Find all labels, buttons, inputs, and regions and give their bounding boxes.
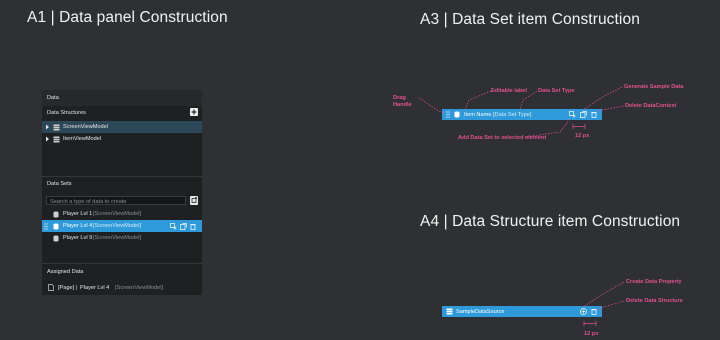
data-sets-label: Data Sets [47, 181, 72, 187]
a3-item-type: [Data Set Type] [493, 111, 532, 118]
dataset-type: [ScreenViewModel] [93, 235, 142, 241]
data-structures-label: Data Structures [47, 110, 86, 116]
generate-sample-icon[interactable] [180, 223, 187, 230]
database-icon [53, 235, 59, 242]
add-to-element-icon[interactable] [170, 223, 177, 230]
a4-structure-item[interactable]: SampleDataSource [442, 306, 602, 317]
plus-icon [191, 109, 197, 115]
structure-icon [53, 124, 60, 130]
panel-header-label: Data [47, 95, 59, 101]
callout-delete-context: Delete DataContext [625, 103, 677, 109]
callout-drag-handle: Drag Handle [393, 95, 412, 108]
assigned-separator: | [76, 285, 78, 291]
dataset-name: Player Lvl 9 [63, 235, 93, 241]
assigned-name[interactable]: Player Lvl 4 [80, 285, 109, 291]
dataset-row-selected[interactable]: Player Lvl 4 [ScreenViewModel] [42, 220, 202, 232]
callout-editable-label: Editable label [491, 88, 528, 94]
add-to-element-icon[interactable] [569, 111, 576, 118]
structure-row[interactable]: ItemViewModel [42, 133, 202, 145]
generate-sample-icon[interactable] [580, 111, 587, 118]
a3-item-name[interactable]: Item Name [464, 112, 491, 118]
delete-icon[interactable] [591, 308, 597, 315]
data-panel: Data Data Structures ScreenViewModel Ite… [42, 90, 202, 295]
callout-add-data-set: Add Data Set to selected element [458, 135, 547, 141]
structure-row[interactable]: ScreenViewModel [42, 121, 202, 133]
delete-icon[interactable] [190, 223, 196, 230]
structure-icon [446, 308, 453, 315]
create-dataset-icon [191, 197, 197, 203]
add-circle-icon[interactable] [580, 308, 587, 315]
database-icon [53, 223, 59, 230]
callout-create-property: Create Data Property [626, 279, 682, 285]
structure-icon [53, 136, 60, 142]
dataset-row[interactable]: Player Lvl 1 [ScreenViewModel] [42, 208, 202, 220]
a3-dataset-item[interactable]: Item Name [Data Set Type] [442, 109, 602, 120]
chevron-right-icon [46, 124, 49, 130]
dataset-type: [ScreenViewModel] [93, 223, 142, 229]
a4-item-name[interactable]: SampleDataSource [456, 309, 505, 315]
callout-generate-sample: Generate Sample Data [624, 84, 684, 90]
a3-title: A3 | Data Set item Construction [420, 11, 640, 28]
callout-delete-structure: Delete Data Structure [626, 298, 683, 304]
a1-title: A1 | Data panel Construction [27, 9, 228, 26]
database-icon [454, 111, 460, 118]
section-divider [42, 176, 202, 177]
callout-data-set-type: Data Set Type [538, 88, 575, 94]
assigned-data-label: Assigned Data [47, 269, 84, 275]
callout-spacing-a4: 12 px [584, 331, 599, 337]
panel-header: Data [42, 90, 202, 106]
search-placeholder: Search a type of data to create [50, 198, 127, 205]
chevron-right-icon [46, 136, 49, 142]
callout-spacing-a3: 12 px [575, 133, 590, 139]
dataset-row[interactable]: Player Lvl 9 [ScreenViewModel] [42, 232, 202, 244]
drag-handle-icon[interactable] [44, 223, 48, 230]
delete-icon[interactable] [591, 111, 597, 118]
drag-handle-icon[interactable] [446, 111, 450, 118]
structure-label: ItemViewModel [63, 136, 102, 142]
create-dataset-button[interactable] [190, 196, 198, 205]
structure-label: ScreenViewModel [63, 124, 108, 130]
dataset-type: [ScreenViewModel] [93, 211, 142, 217]
section-divider [42, 263, 202, 264]
dataset-name: Player Lvl 4 [63, 223, 93, 229]
a4-title: A4 | Data Structure item Construction [420, 213, 681, 230]
document-icon [48, 284, 54, 291]
database-icon [53, 211, 59, 218]
dataset-name: Player Lvl 1 [63, 211, 93, 217]
assigned-type: [ScreenViewModel] [115, 285, 164, 291]
dataset-search-input[interactable]: Search a type of data to create [46, 196, 186, 205]
assigned-page: [Page] [58, 285, 75, 291]
add-structure-button[interactable] [190, 108, 198, 116]
